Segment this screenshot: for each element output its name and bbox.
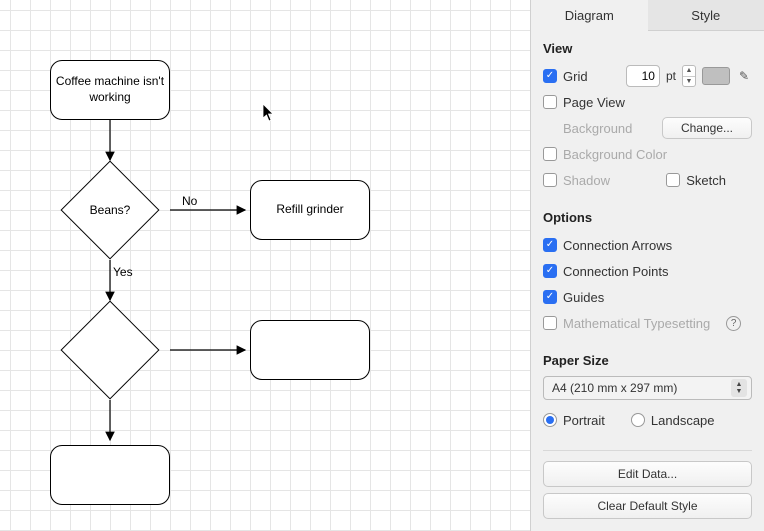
checkbox-guides[interactable] xyxy=(543,290,557,304)
label-connection-points: Connection Points xyxy=(563,264,669,279)
stepper-up-icon[interactable]: ▲ xyxy=(683,66,695,77)
pencil-icon[interactable]: ✎ xyxy=(736,68,752,84)
paper-size-select[interactable]: A4 (210 mm x 297 mm) ▲▼ xyxy=(543,376,752,400)
node-start-label: Coffee machine isn't working xyxy=(55,74,165,105)
label-math-typesetting: Mathematical Typesetting xyxy=(563,316,710,331)
radio-landscape[interactable] xyxy=(631,413,645,427)
edge-label-no[interactable]: No xyxy=(182,194,197,208)
section-bottom-buttons: Edit Data... Clear Default Style xyxy=(531,440,764,531)
checkbox-background-color[interactable] xyxy=(543,147,557,161)
checkbox-grid[interactable] xyxy=(543,69,557,83)
paper-size-value: A4 (210 mm x 297 mm) xyxy=(552,381,677,395)
label-grid: Grid xyxy=(563,69,588,84)
checkbox-math-typesetting[interactable] xyxy=(543,316,557,330)
node-start[interactable]: Coffee machine isn't working xyxy=(50,60,170,120)
grid-color-swatch[interactable] xyxy=(702,67,730,85)
label-background-color: Background Color xyxy=(563,147,667,162)
checkbox-sketch[interactable] xyxy=(666,173,680,187)
paper-size-title: Paper Size xyxy=(543,353,752,368)
section-paper-size: Paper Size A4 (210 mm x 297 mm) ▲▼ Portr… xyxy=(531,343,764,440)
node-decision-2[interactable] xyxy=(61,301,160,400)
tab-style-label: Style xyxy=(691,8,720,23)
format-panel: Diagram Style View Grid pt ▲ ▼ ✎ Page Vi… xyxy=(530,0,764,531)
section-view: View Grid pt ▲ ▼ ✎ Page View Background … xyxy=(531,31,764,200)
select-arrows-icon: ▲▼ xyxy=(731,379,747,397)
node-refill-grinder[interactable]: Refill grinder xyxy=(250,180,370,240)
grid-size-stepper[interactable]: ▲ ▼ xyxy=(682,65,696,87)
label-connection-arrows: Connection Arrows xyxy=(563,238,672,253)
tab-style[interactable]: Style xyxy=(648,0,764,31)
node-action-2[interactable] xyxy=(250,320,370,380)
section-options: Options Connection Arrows Connection Poi… xyxy=(531,200,764,343)
checkbox-connection-points[interactable] xyxy=(543,264,557,278)
label-guides: Guides xyxy=(563,290,604,305)
divider xyxy=(543,450,752,451)
label-portrait: Portrait xyxy=(563,413,605,428)
node-decision-beans-label: Beans? xyxy=(80,203,140,217)
panel-tabs: Diagram Style xyxy=(531,0,764,31)
checkbox-page-view[interactable] xyxy=(543,95,557,109)
tab-diagram[interactable]: Diagram xyxy=(531,0,648,31)
label-landscape: Landscape xyxy=(651,413,715,428)
radio-portrait[interactable] xyxy=(543,413,557,427)
label-background: Background xyxy=(563,121,632,136)
label-shadow: Shadow xyxy=(563,173,610,188)
mouse-cursor xyxy=(262,104,276,122)
stepper-down-icon[interactable]: ▼ xyxy=(683,77,695,87)
label-sketch: Sketch xyxy=(686,173,726,188)
edit-data-button[interactable]: Edit Data... xyxy=(543,461,752,487)
clear-default-style-button[interactable]: Clear Default Style xyxy=(543,493,752,519)
options-title: Options xyxy=(543,210,752,225)
diagram-canvas[interactable]: Coffee machine isn't working Beans? No Y… xyxy=(0,0,530,531)
grid-unit: pt xyxy=(666,69,676,83)
checkbox-connection-arrows[interactable] xyxy=(543,238,557,252)
edge-label-yes[interactable]: Yes xyxy=(113,265,133,279)
view-title: View xyxy=(543,41,752,56)
change-background-button[interactable]: Change... xyxy=(662,117,752,139)
label-page-view: Page View xyxy=(563,95,625,110)
checkbox-shadow[interactable] xyxy=(543,173,557,187)
help-icon[interactable]: ? xyxy=(726,316,741,331)
node-refill-grinder-label: Refill grinder xyxy=(276,202,343,218)
tab-diagram-label: Diagram xyxy=(565,8,614,23)
grid-size-input[interactable] xyxy=(626,65,660,87)
node-end[interactable] xyxy=(50,445,170,505)
